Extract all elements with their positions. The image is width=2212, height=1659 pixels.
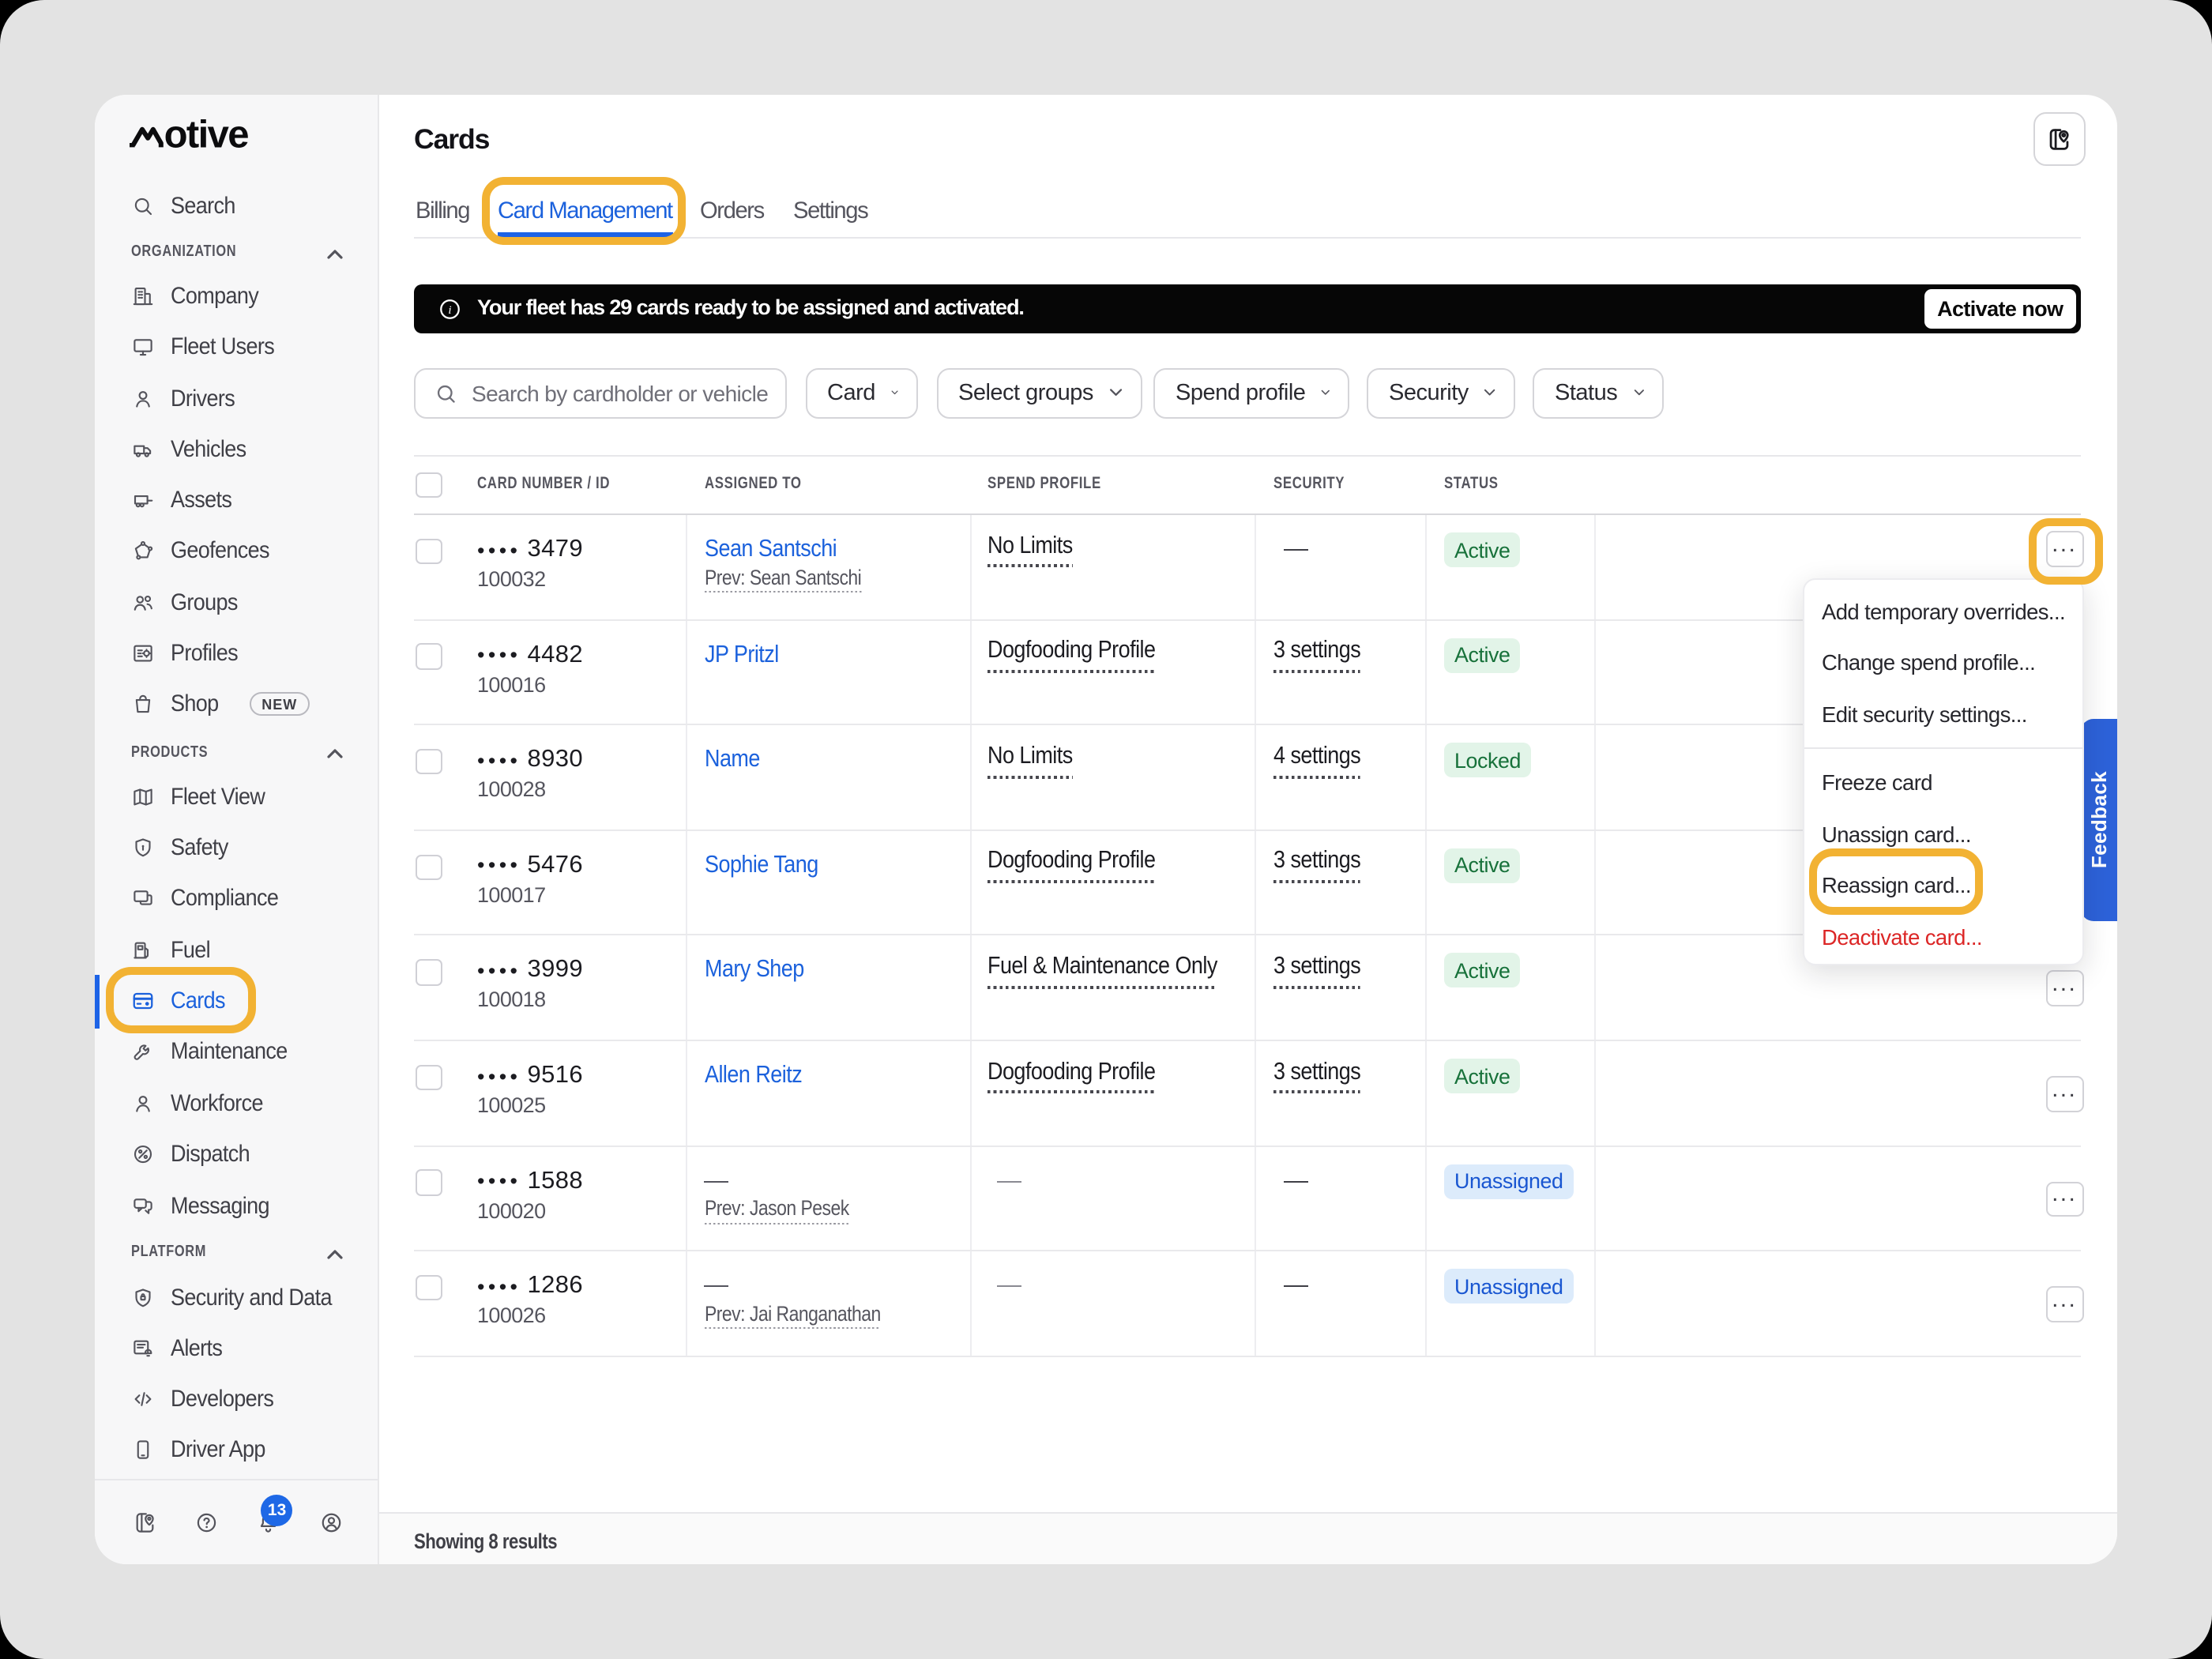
- svg-text:otive: otive: [164, 117, 248, 156]
- svg-text:i: i: [447, 303, 450, 317]
